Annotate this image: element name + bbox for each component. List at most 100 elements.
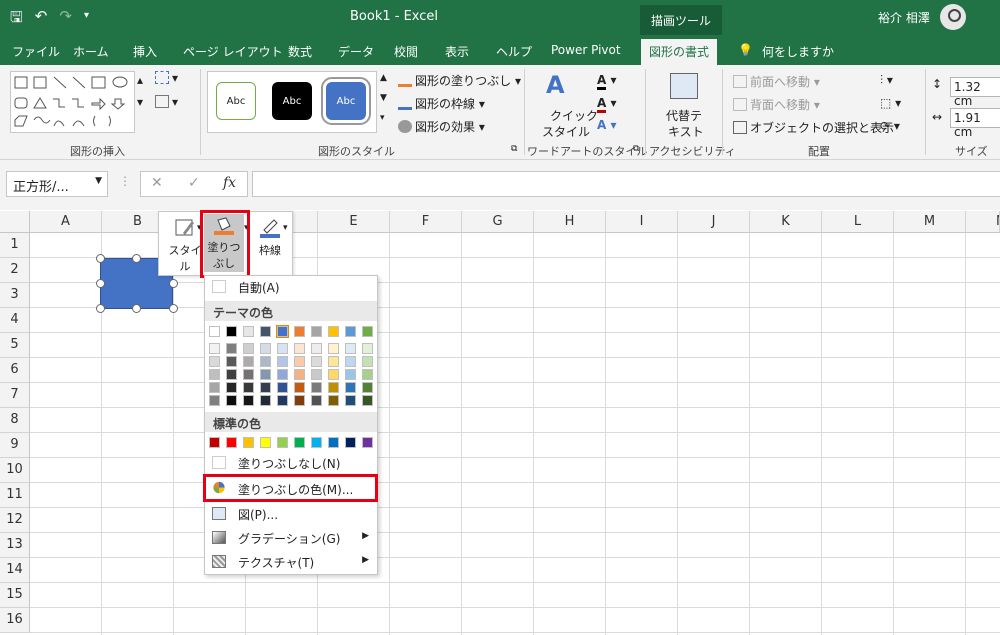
column-header[interactable]: I — [606, 211, 678, 233]
column-header[interactable]: K — [750, 211, 822, 233]
theme-color-swatch[interactable] — [294, 326, 305, 337]
resize-handle[interactable] — [169, 304, 178, 313]
theme-shade-swatch[interactable] — [294, 369, 305, 380]
gallery-scroll-down-button[interactable]: ▾ — [137, 95, 143, 109]
standard-color-swatch[interactable] — [294, 437, 305, 448]
row-header[interactable]: 11 — [0, 483, 30, 508]
customize-qat-icon[interactable]: ▾ — [84, 7, 89, 32]
theme-shade-swatch[interactable] — [362, 343, 373, 354]
theme-shade-swatch[interactable] — [311, 343, 322, 354]
theme-color-swatch[interactable] — [226, 326, 237, 337]
theme-shade-swatch[interactable] — [243, 343, 254, 354]
standard-color-swatch[interactable] — [260, 437, 271, 448]
theme-shade-swatch[interactable] — [328, 343, 339, 354]
theme-shade-swatch[interactable] — [311, 382, 322, 393]
theme-shade-swatch[interactable] — [260, 356, 271, 367]
shape-outline-button[interactable]: 図形の枠線 ▾ — [398, 95, 485, 112]
theme-shade-swatch[interactable] — [328, 382, 339, 393]
row-header[interactable]: 4 — [0, 308, 30, 333]
row-header[interactable]: 6 — [0, 358, 30, 383]
style-scroll-up-button[interactable]: ▲ — [380, 73, 387, 83]
theme-shade-swatch[interactable] — [209, 356, 220, 367]
theme-color-swatch[interactable] — [276, 325, 289, 338]
row-header[interactable]: 8 — [0, 408, 30, 433]
theme-shade-swatch[interactable] — [345, 369, 356, 380]
tab-view[interactable]: 表示 — [445, 43, 469, 60]
standard-color-swatch[interactable] — [226, 437, 237, 448]
send-backward-button[interactable]: 背面へ移動 ▾ — [733, 96, 820, 113]
theme-shade-swatch[interactable] — [260, 343, 271, 354]
shape-fill-button[interactable]: 図形の塗りつぶし ▾ — [398, 72, 521, 89]
tab-power-pivot[interactable]: Power Pivot — [551, 43, 621, 57]
theme-shade-swatch[interactable] — [328, 395, 339, 406]
column-header[interactable]: L — [822, 211, 894, 233]
theme-shade-swatch[interactable] — [226, 369, 237, 380]
row-header[interactable]: 13 — [0, 533, 30, 558]
resize-handle[interactable] — [132, 254, 141, 263]
avatar[interactable] — [940, 4, 966, 30]
alt-text-icon[interactable] — [670, 73, 698, 99]
standard-color-swatch[interactable] — [311, 437, 322, 448]
theme-shade-swatch[interactable] — [362, 395, 373, 406]
theme-shade-swatch[interactable] — [311, 356, 322, 367]
save-icon[interactable]: 🖫 — [10, 7, 23, 32]
theme-shade-swatch[interactable] — [294, 356, 305, 367]
column-header[interactable]: M — [894, 211, 966, 233]
row-header[interactable]: 9 — [0, 433, 30, 458]
theme-shade-swatch[interactable] — [345, 395, 356, 406]
shape-width-input[interactable]: 1.91 cm — [950, 108, 1000, 139]
standard-color-swatch[interactable] — [277, 437, 288, 448]
theme-color-swatch[interactable] — [209, 326, 220, 337]
theme-shade-swatch[interactable] — [294, 343, 305, 354]
selection-pane-button[interactable]: オブジェクトの選択と表示 — [733, 119, 894, 136]
insert-function-icon[interactable]: fx — [223, 175, 236, 191]
row-header[interactable]: 16 — [0, 608, 30, 633]
resize-handle[interactable] — [96, 279, 105, 288]
name-box[interactable]: 正方形/... ▼ — [6, 171, 108, 197]
select-all-corner[interactable] — [0, 211, 30, 233]
row-header[interactable]: 5 — [0, 333, 30, 358]
theme-shade-swatch[interactable] — [260, 395, 271, 406]
text-effects-icon[interactable]: A ▾ — [597, 118, 617, 132]
group-icon[interactable]: ⬚ ▾ — [880, 96, 901, 110]
theme-shade-swatch[interactable] — [362, 369, 373, 380]
theme-shade-swatch[interactable] — [243, 369, 254, 380]
tell-me-icon[interactable]: 💡 — [738, 43, 753, 57]
shape-style-blue[interactable]: Abc — [321, 77, 371, 125]
theme-shade-swatch[interactable] — [226, 382, 237, 393]
theme-shade-swatch[interactable] — [243, 382, 254, 393]
chevron-down-icon[interactable]: ▾ — [283, 223, 288, 233]
row-header[interactable]: 14 — [0, 558, 30, 583]
theme-shade-swatch[interactable] — [277, 343, 288, 354]
theme-shade-swatch[interactable] — [226, 356, 237, 367]
resize-handle[interactable] — [169, 279, 178, 288]
tab-shape-format[interactable]: 図形の書式 — [641, 39, 718, 65]
row-header[interactable]: 10 — [0, 458, 30, 483]
theme-shade-swatch[interactable] — [243, 356, 254, 367]
formula-input[interactable] — [252, 171, 1000, 197]
theme-shade-swatch[interactable] — [277, 382, 288, 393]
row-header[interactable]: 7 — [0, 383, 30, 408]
row-header[interactable]: 2 — [0, 258, 30, 283]
menu-automatic[interactable]: 自動(A) — [205, 276, 377, 298]
redo-icon[interactable]: ↷ — [59, 7, 72, 32]
theme-shade-swatch[interactable] — [362, 356, 373, 367]
chevron-down-icon[interactable]: ▼ — [95, 176, 102, 186]
theme-color-swatch[interactable] — [328, 326, 339, 337]
tab-help[interactable]: ヘルプ — [496, 43, 532, 60]
menu-picture[interactable]: 図(P)... — [205, 503, 377, 525]
quick-styles-label-1[interactable]: クイック — [550, 107, 598, 124]
shape-style-dark[interactable]: Abc — [272, 82, 312, 120]
menu-gradient[interactable]: グラデーション(G) ▶ — [205, 527, 377, 549]
shapes-gallery[interactable] — [10, 71, 135, 133]
theme-shade-swatch[interactable] — [311, 369, 322, 380]
theme-shade-swatch[interactable] — [362, 382, 373, 393]
resize-handle[interactable] — [96, 254, 105, 263]
theme-shade-swatch[interactable] — [277, 356, 288, 367]
standard-color-swatch[interactable] — [243, 437, 254, 448]
shape-style-outline[interactable]: Abc — [216, 82, 256, 120]
theme-shade-swatch[interactable] — [294, 395, 305, 406]
theme-shade-swatch[interactable] — [209, 343, 220, 354]
column-header[interactable]: F — [390, 211, 462, 233]
theme-shade-swatch[interactable] — [345, 382, 356, 393]
